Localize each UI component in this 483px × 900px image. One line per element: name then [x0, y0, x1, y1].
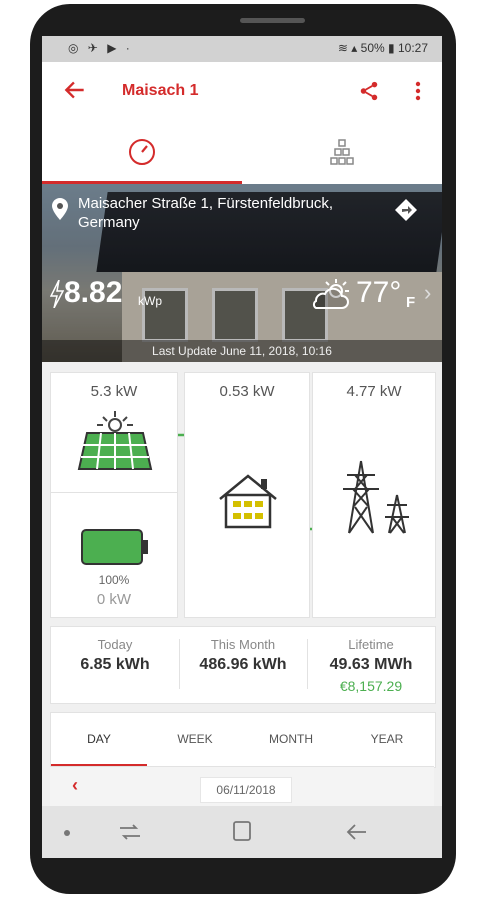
- site-address: Maisacher Straße 1, Fürstenfeldbruck, Ge…: [78, 195, 334, 231]
- battery-percent: 100%: [98, 573, 130, 587]
- app-bar: Maisach 1: [42, 62, 442, 122]
- wifi-icon: ≋ ▴: [337, 41, 358, 55]
- bolt-icon: [50, 280, 64, 308]
- status-icons-left: ◎ ✈ ▶ ·: [68, 41, 133, 55]
- stat-label: This Month: [210, 637, 276, 652]
- battery-power: 0 kW: [96, 591, 132, 608]
- site-hero: Maisacher Straße 1, Fürstenfeldbruck, Ge…: [42, 184, 442, 362]
- battery-percent: 50%: [360, 41, 385, 55]
- speaker-grille: [240, 18, 305, 23]
- directions-icon[interactable]: [394, 198, 418, 222]
- power-grid-icon: [343, 460, 409, 534]
- temperature-unit: F: [406, 294, 416, 311]
- home-card[interactable]: 0.53 kW: [184, 372, 310, 618]
- grid-card[interactable]: 4.77 kW: [312, 372, 436, 618]
- energy-stats: Today 6.85 kWh This Month 486.96 kWh Lif…: [50, 626, 436, 704]
- temperature-value: 77°: [356, 276, 402, 309]
- sitemap-icon: [330, 139, 354, 165]
- peak-power-unit: kWp: [138, 294, 162, 308]
- battery-icon: ▮: [388, 41, 395, 55]
- stat-today: Today 6.85 kWh: [51, 627, 179, 703]
- battery-card[interactable]: 100% 0 kW: [50, 492, 178, 618]
- tab-week[interactable]: WEEK: [147, 713, 243, 767]
- last-update: Last Update June 11, 2018, 10:16: [42, 340, 442, 362]
- home-power: 0.53 kW: [219, 383, 275, 400]
- peak-power-value: 8.82: [64, 276, 123, 309]
- power-flow: 5.3 kW 100% 0 kW 0.53 kW 4.77 kW: [50, 372, 436, 618]
- tab-dashboard[interactable]: [42, 122, 242, 184]
- grid-power: 4.77 kW: [346, 383, 402, 400]
- tab-year[interactable]: YEAR: [339, 713, 435, 767]
- stat-this-month: This Month 486.96 kWh: [179, 627, 307, 703]
- stat-label: Lifetime: [348, 637, 394, 652]
- partly-cloudy-icon: [312, 279, 349, 309]
- solar-card[interactable]: 5.3 kW: [50, 372, 178, 494]
- period-tabs: DAY WEEK MONTH YEAR: [50, 712, 436, 768]
- share-icon[interactable]: [358, 80, 380, 102]
- stat-value: 49.63 MWh: [329, 656, 413, 673]
- home-button-icon[interactable]: [232, 820, 252, 842]
- more-vert-icon[interactable]: [408, 80, 428, 102]
- stat-value: 486.96 kWh: [199, 656, 287, 673]
- stat-label: Today: [97, 637, 133, 652]
- back-arrow-icon[interactable]: [62, 77, 88, 103]
- tab-month[interactable]: MONTH: [243, 713, 339, 767]
- system-back-icon[interactable]: [344, 822, 368, 842]
- nav-dot-icon[interactable]: [64, 830, 70, 836]
- chevron-right-icon[interactable]: ›: [424, 280, 431, 306]
- date-navigator: ‹ 06/11/2018: [50, 766, 434, 807]
- recents-icon[interactable]: [118, 822, 142, 842]
- app-screen: ◎ ✈ ▶ · ≋ ▴ 50% ▮ 10:27 Maisach 1 Maisac…: [42, 36, 442, 858]
- location-pin-icon: [52, 198, 68, 220]
- solar-power: 5.3 kW: [90, 383, 138, 400]
- stat-revenue: €8,157.29: [339, 678, 403, 694]
- solar-panel-icon: [77, 411, 153, 470]
- previous-date-icon[interactable]: ‹: [72, 775, 78, 796]
- house-icon: [219, 474, 277, 529]
- tab-layout[interactable]: [242, 122, 442, 184]
- system-nav-bar: [42, 806, 442, 858]
- stat-lifetime: Lifetime 49.63 MWh €8,157.29: [307, 627, 435, 703]
- clock: 10:27: [397, 41, 428, 55]
- status-right: ≋ ▴ 50% ▮ 10:27: [338, 41, 428, 55]
- battery-icon: [81, 529, 148, 565]
- status-bar: ◎ ✈ ▶ · ≋ ▴ 50% ▮ 10:27: [42, 36, 442, 62]
- stat-value: 6.85 kWh: [80, 656, 150, 673]
- tab-day[interactable]: DAY: [51, 713, 147, 767]
- current-date[interactable]: 06/11/2018: [200, 777, 292, 803]
- view-tabs: [42, 122, 442, 184]
- gauge-icon: [129, 139, 155, 165]
- page-title: Maisach 1: [122, 82, 199, 99]
